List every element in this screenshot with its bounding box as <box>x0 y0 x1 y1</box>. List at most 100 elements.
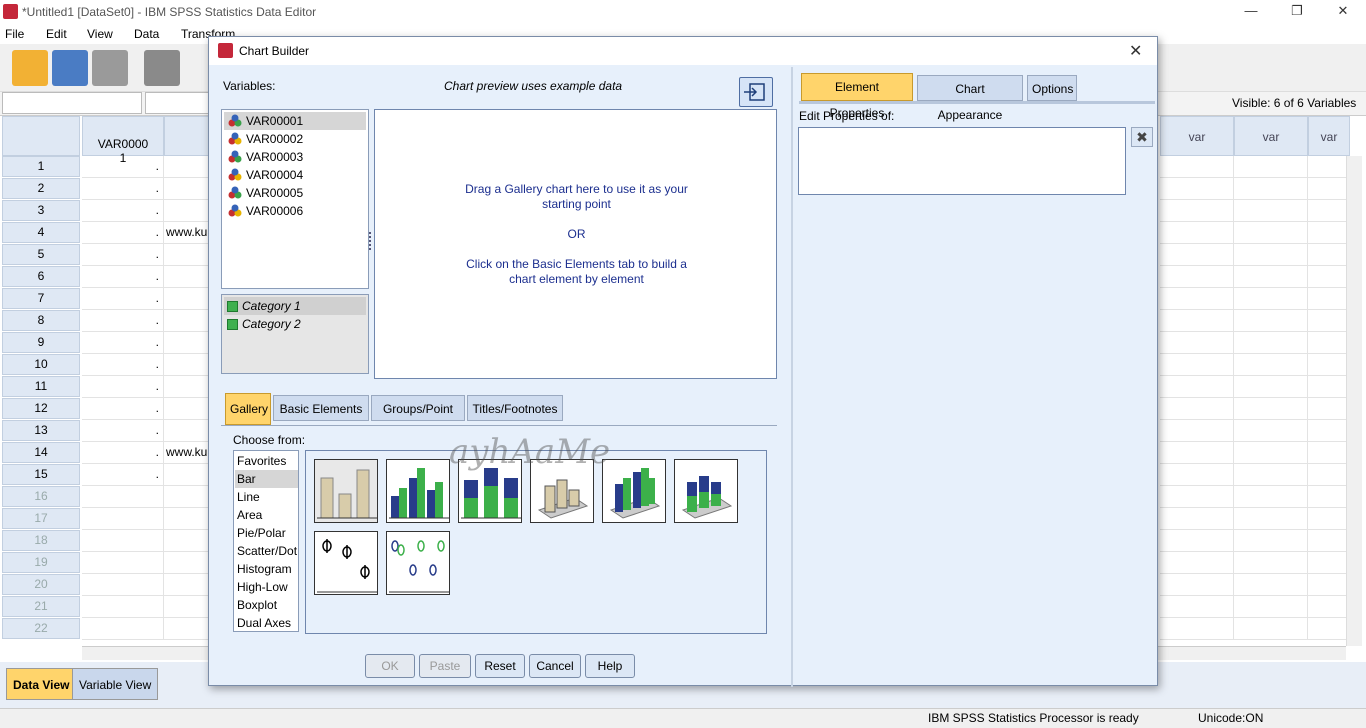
dialog-close-button[interactable]: ✕ <box>1129 41 1142 61</box>
empty-cell[interactable] <box>1234 552 1308 574</box>
empty-cell[interactable] <box>1234 596 1308 618</box>
empty-cell[interactable] <box>1234 508 1308 530</box>
data-cell[interactable]: . <box>82 376 164 398</box>
empty-cell[interactable] <box>1308 574 1350 596</box>
dialog-recall-icon[interactable] <box>144 50 180 86</box>
help-button[interactable]: Help <box>585 654 635 678</box>
clustered-error-bar-thumbnail[interactable] <box>386 531 450 595</box>
empty-cell[interactable] <box>1160 200 1234 222</box>
tab-groups-point-id[interactable]: Groups/Point ID <box>371 395 465 442</box>
empty-cell[interactable] <box>1160 442 1234 464</box>
paste-button[interactable]: Paste <box>419 654 471 678</box>
empty-cell[interactable] <box>1160 266 1234 288</box>
empty-cell[interactable] <box>1160 486 1234 508</box>
tab-basic-elements[interactable]: Basic Elements <box>273 395 369 421</box>
empty-cell[interactable] <box>1234 442 1308 464</box>
empty-cell[interactable] <box>1308 420 1350 442</box>
row-header[interactable]: 4 <box>2 222 80 243</box>
data-cell[interactable] <box>164 574 214 596</box>
data-cell[interactable]: . <box>82 200 164 222</box>
empty-cell[interactable] <box>1308 596 1350 618</box>
tab-variable-view[interactable]: Variable View <box>72 668 159 700</box>
empty-cell[interactable] <box>1308 332 1350 354</box>
row-header[interactable]: 6 <box>2 266 80 287</box>
variable-item[interactable]: VAR00001 <box>224 112 366 130</box>
splitter-handle[interactable] <box>369 232 373 250</box>
open-folder-icon[interactable] <box>12 50 48 86</box>
empty-cell[interactable] <box>1160 376 1234 398</box>
data-cell[interactable] <box>164 618 214 640</box>
data-cell[interactable]: . <box>82 266 164 288</box>
data-cell[interactable]: . <box>82 442 164 464</box>
empty-cell[interactable] <box>1160 618 1234 640</box>
empty-cell[interactable] <box>1160 552 1234 574</box>
row-header[interactable]: 1 <box>2 156 80 177</box>
row-header[interactable]: 7 <box>2 288 80 309</box>
empty-cell[interactable] <box>1234 222 1308 244</box>
tab-element-properties[interactable]: Element Properties <box>801 73 913 120</box>
data-cell[interactable] <box>164 310 214 332</box>
empty-cell[interactable] <box>1308 552 1350 574</box>
empty-cell[interactable] <box>1308 442 1350 464</box>
column-header-var[interactable]: var <box>1160 116 1234 156</box>
data-cell[interactable] <box>82 574 164 596</box>
variable-item[interactable]: VAR00005 <box>224 184 366 202</box>
chart-type-item[interactable]: Bar <box>235 470 298 488</box>
empty-cell[interactable] <box>1308 310 1350 332</box>
empty-cell[interactable] <box>1160 464 1234 486</box>
empty-cell[interactable] <box>1234 266 1308 288</box>
empty-cell[interactable] <box>1234 376 1308 398</box>
row-header[interactable]: 3 <box>2 200 80 221</box>
cancel-button[interactable]: Cancel <box>529 654 581 678</box>
chart-type-item[interactable]: High-Low <box>235 578 298 596</box>
menu-file[interactable]: File <box>5 27 24 41</box>
data-cell[interactable]: . <box>82 420 164 442</box>
data-cell[interactable] <box>164 200 214 222</box>
empty-cell[interactable] <box>1234 618 1308 640</box>
empty-cell[interactable] <box>1160 398 1234 420</box>
row-header[interactable]: 9 <box>2 332 80 353</box>
minimize-button[interactable]: — <box>1228 0 1274 24</box>
row-header[interactable]: 13 <box>2 420 80 441</box>
data-cell[interactable] <box>164 156 214 178</box>
data-cell[interactable] <box>164 178 214 200</box>
data-cell[interactable]: . <box>82 464 164 486</box>
empty-cell[interactable] <box>1160 156 1234 178</box>
empty-cell[interactable] <box>1308 508 1350 530</box>
chart-type-item[interactable]: Dual Axes <box>235 614 298 632</box>
reset-button[interactable]: Reset <box>475 654 525 678</box>
chart-type-item[interactable]: Line <box>235 488 298 506</box>
empty-cell[interactable] <box>1234 310 1308 332</box>
category-item[interactable]: Category 2 <box>224 315 366 333</box>
empty-cell[interactable] <box>1160 596 1234 618</box>
empty-cell[interactable] <box>1160 354 1234 376</box>
pane-divider[interactable] <box>791 67 793 687</box>
data-cell[interactable]: . <box>82 222 164 244</box>
menu-edit[interactable]: Edit <box>46 27 67 41</box>
open-dialog-button[interactable] <box>739 77 773 107</box>
empty-cell[interactable] <box>1308 376 1350 398</box>
ok-button[interactable]: OK <box>365 654 415 678</box>
menu-view[interactable]: View <box>87 27 113 41</box>
delete-element-button[interactable]: ✖ <box>1131 127 1153 147</box>
empty-cell[interactable] <box>1160 222 1234 244</box>
chart-type-item[interactable]: Boxplot <box>235 596 298 614</box>
row-header[interactable]: 5 <box>2 244 80 265</box>
empty-cell[interactable] <box>1160 530 1234 552</box>
data-cell[interactable] <box>164 508 214 530</box>
chart-preview-canvas[interactable]: Drag a Gallery chart here to use it as y… <box>374 109 777 379</box>
tab-options[interactable]: Options <box>1027 75 1077 101</box>
row-header[interactable]: 8 <box>2 310 80 331</box>
data-cell[interactable] <box>164 420 214 442</box>
empty-cell[interactable] <box>1234 156 1308 178</box>
row-header[interactable]: 17 <box>2 508 80 529</box>
empty-cell[interactable] <box>1308 530 1350 552</box>
data-cell[interactable]: www.ku <box>164 222 214 244</box>
variable-item[interactable]: VAR00003 <box>224 148 366 166</box>
column-header-var00001[interactable]: VAR0000 1 <box>82 116 164 165</box>
empty-cell[interactable] <box>1308 618 1350 640</box>
row-header[interactable]: 19 <box>2 552 80 573</box>
row-header[interactable]: 16 <box>2 486 80 507</box>
simple-bar-thumbnail[interactable] <box>314 459 378 523</box>
empty-cell[interactable] <box>1160 508 1234 530</box>
